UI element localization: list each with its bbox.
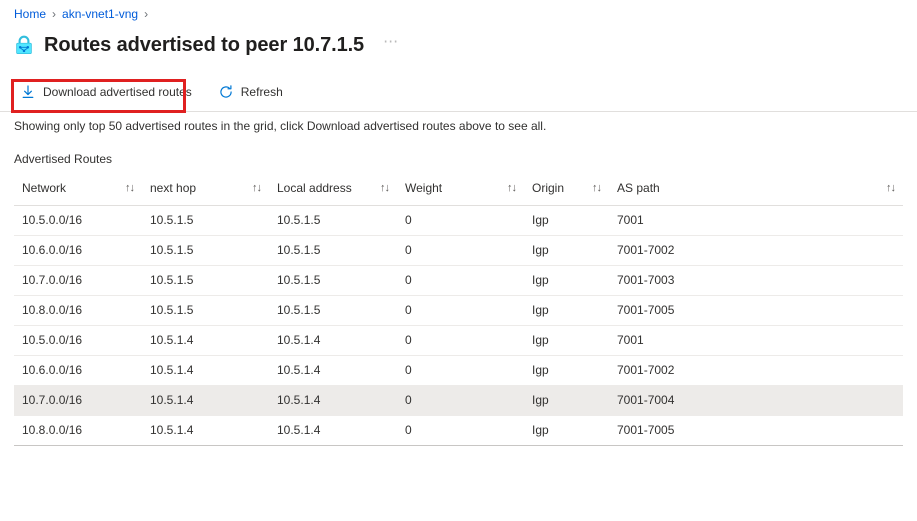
- breadcrumb: Home › akn-vnet1-vng ›: [0, 0, 917, 22]
- page-header: Routes advertised to peer 10.7.1.5 ⋯: [0, 26, 917, 64]
- cell-next_hop: 10.5.1.5: [142, 295, 269, 326]
- column-header-local-address[interactable]: Local address ↑↓: [269, 175, 397, 206]
- column-header-origin-label: Origin: [532, 181, 565, 196]
- column-header-as-path-label: AS path: [617, 181, 660, 196]
- cell-as_path: 7001-7002: [609, 235, 903, 266]
- cell-origin: Igp: [524, 235, 609, 266]
- cell-origin: Igp: [524, 205, 609, 236]
- more-options-icon[interactable]: ⋯: [380, 32, 403, 58]
- download-advertised-routes-label: Download advertised routes: [43, 85, 192, 99]
- cell-as_path: 7001-7005: [609, 295, 903, 326]
- cell-next_hop: 10.5.1.4: [142, 355, 269, 386]
- advertised-routes-grid-container: Network ↑↓ next hop ↑↓ Local address ↑↓: [0, 175, 917, 446]
- cell-local_address: 10.5.1.4: [269, 325, 397, 356]
- sort-arrows-icon[interactable]: ↑↓: [252, 182, 263, 194]
- command-bar-container: Download advertised routes Refresh: [0, 76, 917, 113]
- cell-next_hop: 10.5.1.4: [142, 325, 269, 356]
- cell-next_hop: 10.5.1.5: [142, 235, 269, 266]
- cell-as_path: 7001-7002: [609, 355, 903, 386]
- cell-weight: 0: [397, 355, 524, 386]
- breadcrumb-item-home[interactable]: Home: [14, 6, 46, 22]
- sort-arrows-icon[interactable]: ↑↓: [125, 182, 136, 194]
- cell-local_address: 10.5.1.4: [269, 385, 397, 416]
- cell-as_path: 7001-7004: [609, 385, 903, 416]
- cell-network: 10.7.0.0/16: [14, 385, 142, 416]
- cell-network: 10.6.0.0/16: [14, 355, 142, 386]
- cell-next_hop: 10.5.1.5: [142, 265, 269, 296]
- cell-as_path: 7001-7005: [609, 415, 903, 446]
- cell-weight: 0: [397, 265, 524, 296]
- cell-network: 10.6.0.0/16: [14, 235, 142, 266]
- download-advertised-routes-button[interactable]: Download advertised routes: [18, 78, 202, 106]
- sort-arrows-icon[interactable]: ↑↓: [507, 182, 518, 194]
- table-row[interactable]: 10.6.0.0/16 10.5.1.5 10.5.1.5 0 Igp 7001-7002: [14, 235, 903, 266]
- cell-weight: 0: [397, 385, 524, 416]
- cell-origin: Igp: [524, 295, 609, 326]
- cell-weight: 0: [397, 235, 524, 266]
- cell-local_address: 10.5.1.4: [269, 355, 397, 386]
- breadcrumb-item-resource[interactable]: akn-vnet1-vng: [62, 6, 138, 22]
- cell-next_hop: 10.5.1.4: [142, 385, 269, 416]
- sort-arrows-icon[interactable]: ↑↓: [886, 182, 897, 194]
- table-row[interactable]: 10.7.0.0/16 10.5.1.5 10.5.1.5 0 Igp 7001-7003: [14, 265, 903, 296]
- table-row[interactable]: 10.8.0.0/16 10.5.1.5 10.5.1.5 0 Igp 7001-7005: [14, 295, 903, 326]
- breadcrumb-separator-icon: ›: [52, 7, 57, 21]
- cell-local_address: 10.5.1.4: [269, 415, 397, 446]
- column-header-origin[interactable]: Origin ↑↓: [524, 175, 609, 206]
- table-header-row: Network ↑↓ next hop ↑↓ Local address ↑↓: [14, 175, 903, 206]
- refresh-label: Refresh: [240, 85, 283, 99]
- refresh-icon: [218, 84, 234, 100]
- cell-weight: 0: [397, 205, 524, 236]
- download-icon: [20, 84, 36, 100]
- sort-arrows-icon[interactable]: ↑↓: [592, 182, 603, 194]
- cell-as_path: 7001: [609, 205, 903, 236]
- column-header-weight[interactable]: Weight ↑↓: [397, 175, 524, 206]
- cell-origin: Igp: [524, 415, 609, 446]
- column-header-next-hop-label: next hop: [150, 181, 197, 196]
- cell-origin: Igp: [524, 385, 609, 416]
- grid-title: Advertised Routes: [14, 152, 113, 166]
- column-header-network-label: Network: [22, 181, 67, 196]
- column-header-weight-label: Weight: [405, 181, 443, 196]
- cell-origin: Igp: [524, 355, 609, 386]
- table-header: Network ↑↓ next hop ↑↓ Local address ↑↓: [14, 175, 903, 206]
- cell-next_hop: 10.5.1.5: [142, 205, 269, 236]
- refresh-button[interactable]: Refresh: [216, 78, 293, 106]
- cell-as_path: 7001-7003: [609, 265, 903, 296]
- cell-origin: Igp: [524, 325, 609, 356]
- breadcrumb-separator-icon-2: ›: [144, 7, 149, 21]
- cell-origin: Igp: [524, 265, 609, 296]
- command-bar: Download advertised routes Refresh: [0, 76, 917, 108]
- cell-network: 10.8.0.0/16: [14, 295, 142, 326]
- advertised-routes-table: Network ↑↓ next hop ↑↓ Local address ↑↓: [14, 175, 903, 446]
- page-title: Routes advertised to peer 10.7.1.5: [44, 34, 365, 56]
- cell-weight: 0: [397, 415, 524, 446]
- cell-local_address: 10.5.1.5: [269, 205, 397, 236]
- cell-network: 10.8.0.0/16: [14, 415, 142, 446]
- column-header-local-address-label: Local address: [277, 181, 352, 196]
- cell-weight: 0: [397, 295, 524, 326]
- table-row[interactable]: 10.5.0.0/16 10.5.1.5 10.5.1.5 0 Igp 7001: [14, 205, 903, 236]
- table-row[interactable]: 10.7.0.0/16 10.5.1.4 10.5.1.4 0 Igp 7001-7004: [14, 385, 903, 416]
- cell-weight: 0: [397, 325, 524, 356]
- sort-arrows-icon[interactable]: ↑↓: [380, 182, 391, 194]
- cell-network: 10.5.0.0/16: [14, 205, 142, 236]
- vpn-gateway-lock-icon: [12, 33, 36, 57]
- column-header-next-hop[interactable]: next hop ↑↓: [142, 175, 269, 206]
- cell-next_hop: 10.5.1.4: [142, 415, 269, 446]
- cell-network: 10.5.0.0/16: [14, 325, 142, 356]
- column-header-as-path[interactable]: AS path ↑↓: [609, 175, 903, 206]
- cell-network: 10.7.0.0/16: [14, 265, 142, 296]
- table-body: 10.5.0.0/16 10.5.1.5 10.5.1.5 0 Igp 7001 10.6.…: [14, 205, 903, 446]
- command-bar-divider: [0, 111, 917, 112]
- table-row[interactable]: 10.8.0.0/16 10.5.1.4 10.5.1.4 0 Igp 7001-7005: [14, 415, 903, 446]
- table-row[interactable]: 10.5.0.0/16 10.5.1.4 10.5.1.4 0 Igp 7001: [14, 325, 903, 356]
- cell-as_path: 7001: [609, 325, 903, 356]
- cell-local_address: 10.5.1.5: [269, 265, 397, 296]
- column-header-network[interactable]: Network ↑↓: [14, 175, 142, 206]
- cell-local_address: 10.5.1.5: [269, 295, 397, 326]
- table-row[interactable]: 10.6.0.0/16 10.5.1.4 10.5.1.4 0 Igp 7001-7002: [14, 355, 903, 386]
- cell-local_address: 10.5.1.5: [269, 235, 397, 266]
